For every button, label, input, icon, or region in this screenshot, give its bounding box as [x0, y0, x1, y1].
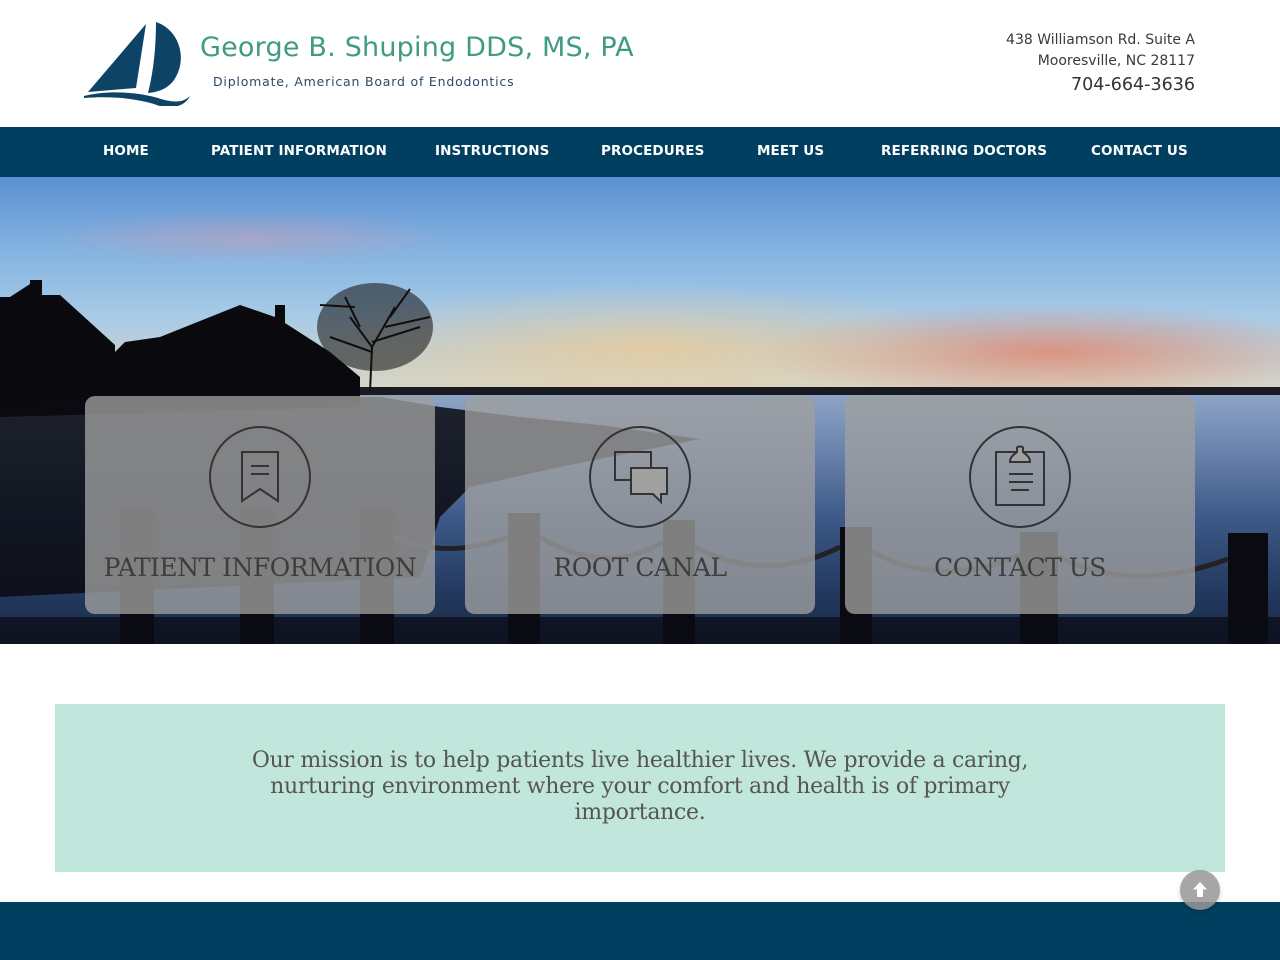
- card-icon-circle: [589, 426, 691, 528]
- mission-text: Our mission is to help patients live hea…: [251, 748, 1029, 825]
- address-line-2: Mooresville, NC 28117: [1037, 53, 1195, 69]
- address-line-1: 438 Williamson Rd. Suite A: [1006, 32, 1195, 48]
- phone-link[interactable]: 704-664-3636: [1006, 72, 1195, 98]
- logo-subtitle: Diplomate, American Board of Endodontics: [213, 74, 515, 89]
- nav-item-meet-us[interactable]: MEET US: [757, 127, 824, 177]
- nav-item-contact-us[interactable]: CONTACT US: [1091, 127, 1188, 177]
- card-root-canal[interactable]: ROOT CANAL: [465, 396, 815, 614]
- card-label: ROOT CANAL: [553, 553, 727, 582]
- header-contact: 438 Williamson Rd. Suite A Mooresville, …: [1006, 30, 1195, 98]
- card-icon-circle: [209, 426, 311, 528]
- card-label: PATIENT INFORMATION: [103, 553, 417, 582]
- scroll-to-top-button[interactable]: [1180, 870, 1220, 910]
- card-icon-circle: [969, 426, 1071, 528]
- site-footer: [0, 902, 1280, 960]
- card-patient-information[interactable]: PATIENT INFORMATION: [85, 396, 435, 614]
- logo-title: George B. Shuping DDS, MS, PA: [200, 32, 634, 63]
- main-nav: HOME PATIENT INFORMATION INSTRUCTIONS PR…: [0, 127, 1280, 177]
- bookmark-icon: [241, 451, 279, 503]
- feature-cards: PATIENT INFORMATION ROOT CANAL CONTACT U…: [0, 177, 1280, 644]
- card-contact-us[interactable]: CONTACT US: [845, 396, 1195, 614]
- logo-link[interactable]: George B. Shuping DDS, MS, PA Diplomate,…: [84, 20, 634, 108]
- nav-item-referring-doctors[interactable]: REFERRING DOCTORS: [881, 127, 1047, 177]
- nav-item-home[interactable]: HOME: [103, 127, 149, 177]
- hero-banner: PATIENT INFORMATION ROOT CANAL CONTACT U…: [0, 177, 1280, 644]
- site-header: George B. Shuping DDS, MS, PA Diplomate,…: [0, 0, 1280, 127]
- sailboat-logo-icon: [84, 22, 190, 106]
- nav-item-procedures[interactable]: PROCEDURES: [601, 127, 704, 177]
- nav-item-patient-information[interactable]: PATIENT INFORMATION: [211, 127, 387, 177]
- nav-item-instructions[interactable]: INSTRUCTIONS: [435, 127, 549, 177]
- card-label: CONTACT US: [934, 553, 1106, 582]
- mission-statement: Our mission is to help patients live hea…: [55, 704, 1225, 872]
- clipboard-icon: [995, 445, 1045, 506]
- chat-bubbles-icon: [614, 451, 668, 505]
- arrow-up-icon: [1193, 882, 1207, 897]
